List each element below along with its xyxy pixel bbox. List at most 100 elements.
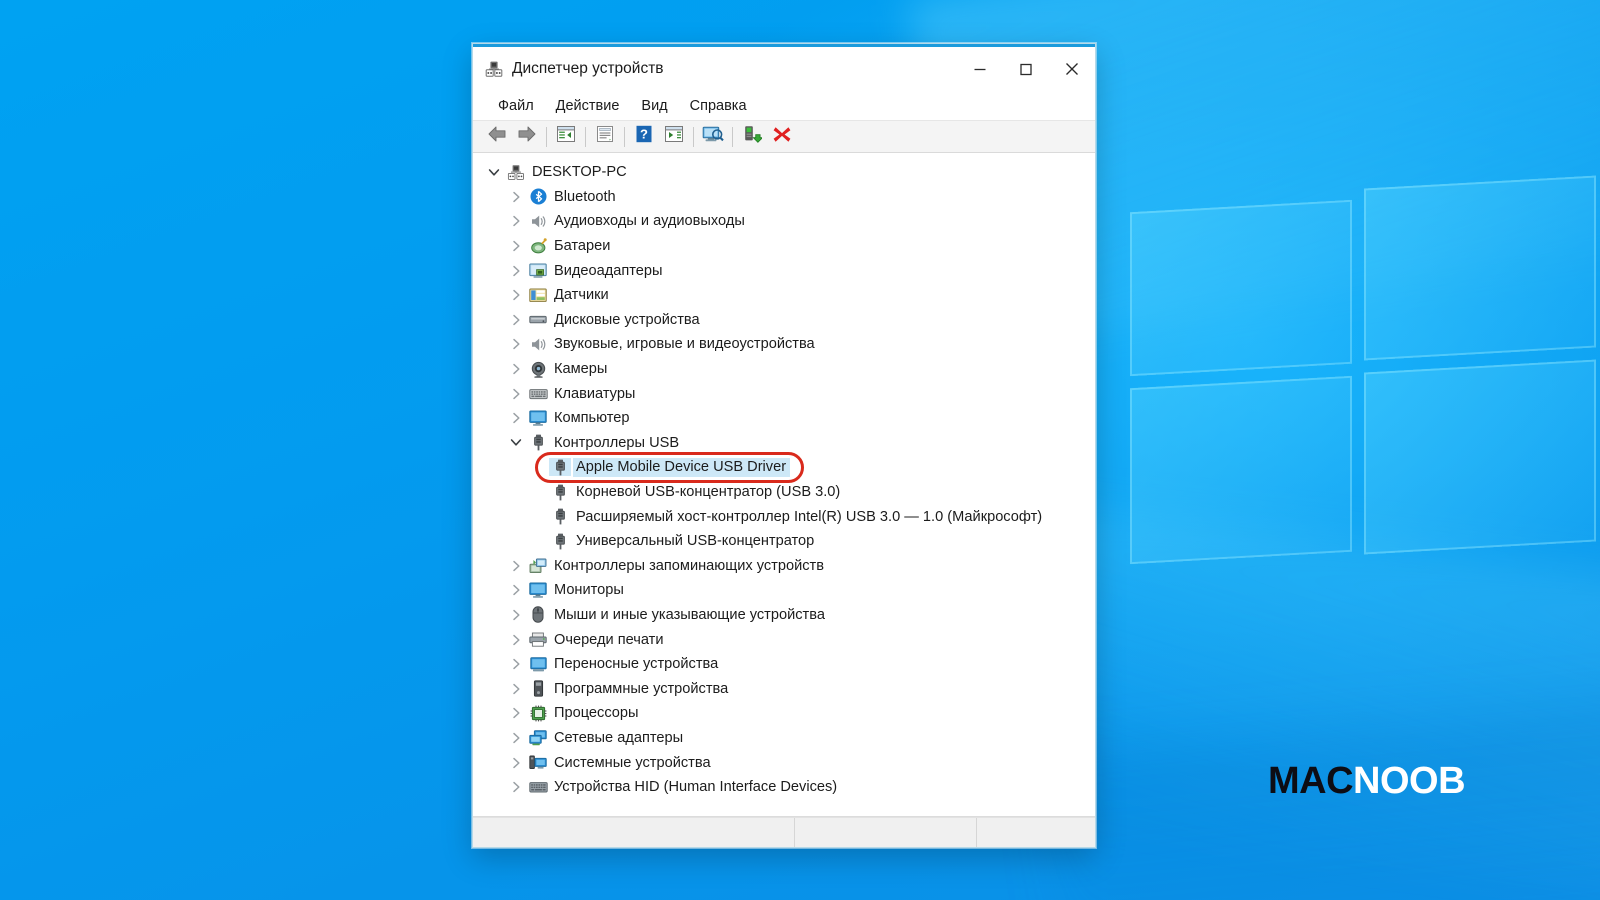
- tree-row-label: Контроллеры запоминающих устройств: [554, 557, 824, 574]
- arrow-left-icon: [487, 125, 507, 148]
- chevron-right-icon[interactable]: [505, 289, 527, 301]
- tree-row[interactable]: Системные устройства: [473, 750, 1095, 775]
- chevron-right-icon[interactable]: [505, 412, 527, 424]
- menu-item-file[interactable]: Файл: [487, 98, 545, 114]
- usb-plug-icon: [549, 508, 571, 526]
- enable-device-button[interactable]: [737, 124, 767, 150]
- chevron-right-icon[interactable]: [505, 609, 527, 621]
- close-button[interactable]: [1049, 47, 1095, 91]
- forward-button[interactable]: [512, 124, 542, 150]
- maximize-button[interactable]: [1003, 47, 1049, 91]
- tree-row-label: Мыши и иные указывающие устройства: [554, 606, 825, 623]
- printer-icon: [527, 631, 549, 649]
- minimize-button[interactable]: [957, 47, 1003, 91]
- tree-row[interactable]: Датчики: [473, 283, 1095, 308]
- chevron-right-icon[interactable]: [505, 757, 527, 769]
- tree-row-label: Расширяемый хост-контроллер Intel(R) USB…: [576, 508, 1043, 525]
- tree-row[interactable]: Дисковые устройства: [473, 308, 1095, 333]
- tree-row[interactable]: Apple Mobile Device USB Driver: [473, 455, 1095, 480]
- show-hide-console-tree-button[interactable]: [551, 124, 581, 150]
- tree-row[interactable]: Звуковые, игровые и видеоустройства: [473, 332, 1095, 357]
- usb-plug-icon: [527, 434, 549, 452]
- chevron-right-icon[interactable]: [505, 658, 527, 670]
- tree-row[interactable]: Расширяемый хост-контроллер Intel(R) USB…: [473, 504, 1095, 529]
- keyboard-icon: [527, 385, 549, 403]
- tree-row-label: Датчики: [554, 287, 609, 304]
- chevron-right-icon[interactable]: [505, 363, 527, 375]
- tree-row[interactable]: Переносные устройства: [473, 652, 1095, 677]
- tree-row[interactable]: Универсальный USB-концентратор: [473, 529, 1095, 554]
- chevron-right-icon[interactable]: [505, 265, 527, 277]
- chevron-right-icon[interactable]: [505, 560, 527, 572]
- tree-row[interactable]: Корневой USB-концентратор (USB 3.0): [473, 480, 1095, 505]
- chevron-right-icon[interactable]: [505, 314, 527, 326]
- help-button[interactable]: ?: [629, 124, 659, 150]
- uninstall-device-button[interactable]: [767, 124, 797, 150]
- update-driver-icon: [664, 125, 684, 148]
- tree-row[interactable]: Устройства HID (Human Interface Devices): [473, 775, 1095, 800]
- software-device-icon: [527, 680, 549, 698]
- tree-row[interactable]: Батареи: [473, 234, 1095, 259]
- chevron-down-icon[interactable]: [483, 167, 505, 178]
- tree-row-label: Дисковые устройства: [554, 311, 700, 328]
- chevron-right-icon[interactable]: [505, 215, 527, 227]
- tree-row-label: Сетевые адаптеры: [554, 729, 684, 746]
- tree-row[interactable]: Процессоры: [473, 701, 1095, 726]
- update-driver-button[interactable]: [659, 124, 689, 150]
- tree-row-label: Переносные устройства: [554, 656, 719, 673]
- back-button[interactable]: [482, 124, 512, 150]
- processor-icon: [527, 704, 549, 722]
- tree-row[interactable]: Аудиовходы и аудиовыходы: [473, 209, 1095, 234]
- toolbar-separator: [732, 126, 733, 147]
- bluetooth-icon: [527, 188, 549, 206]
- display-adapter-icon: [527, 262, 549, 280]
- arrow-right-icon: [517, 125, 537, 148]
- device-manager-icon: [484, 59, 504, 79]
- device-tree[interactable]: DESKTOP-PC Bluetooth Аудиовходы и аудиовых…: [473, 153, 1095, 817]
- tree-row[interactable]: Bluetooth: [473, 185, 1095, 210]
- tree-row[interactable]: DESKTOP-PC: [473, 160, 1095, 185]
- tree-row[interactable]: Сетевые адаптеры: [473, 726, 1095, 751]
- monitor-icon: [527, 409, 549, 427]
- tree-row[interactable]: Очереди печати: [473, 627, 1095, 652]
- chevron-right-icon[interactable]: [505, 338, 527, 350]
- tree-row[interactable]: Мониторы: [473, 578, 1095, 603]
- toolbar-separator: [585, 126, 586, 147]
- chevron-right-icon[interactable]: [505, 191, 527, 203]
- menu-item-view[interactable]: Вид: [630, 98, 678, 114]
- chevron-right-icon[interactable]: [505, 781, 527, 793]
- tree-row[interactable]: Программные устройства: [473, 676, 1095, 701]
- menu-item-help[interactable]: Справка: [679, 98, 758, 114]
- chevron-right-icon[interactable]: [505, 707, 527, 719]
- tree-row[interactable]: Мыши и иные указывающие устройства: [473, 603, 1095, 628]
- chevron-right-icon[interactable]: [505, 388, 527, 400]
- properties-button[interactable]: [590, 124, 620, 150]
- tree-row[interactable]: Клавиатуры: [473, 381, 1095, 406]
- network-adapter-icon: [527, 729, 549, 747]
- scan-hardware-changes-button[interactable]: [698, 124, 728, 150]
- tree-row[interactable]: Камеры: [473, 357, 1095, 382]
- chevron-right-icon[interactable]: [505, 634, 527, 646]
- tree-row-label: Bluetooth: [554, 188, 616, 205]
- tree-row-label: Звуковые, игровые и видеоустройства: [554, 336, 815, 353]
- sensor-icon: [527, 286, 549, 304]
- tree-row[interactable]: Контроллеры USB: [473, 431, 1095, 456]
- chevron-down-icon[interactable]: [505, 437, 527, 448]
- question-mark-icon: ?: [635, 125, 653, 148]
- chevron-right-icon[interactable]: [505, 584, 527, 596]
- chevron-right-icon[interactable]: [505, 732, 527, 744]
- chevron-right-icon[interactable]: [505, 683, 527, 695]
- chevron-right-icon[interactable]: [505, 240, 527, 252]
- menu-item-action[interactable]: Действие: [545, 98, 631, 114]
- status-segment-1: [473, 818, 795, 847]
- tree-row[interactable]: Компьютер: [473, 406, 1095, 431]
- portable-device-icon: [527, 655, 549, 673]
- tree-row[interactable]: Контроллеры запоминающих устройств: [473, 554, 1095, 579]
- speaker-icon: [527, 212, 549, 230]
- storage-controller-icon: [527, 557, 549, 575]
- system-device-icon: [527, 754, 549, 772]
- title-bar[interactable]: Диспетчер устройств: [473, 47, 1095, 91]
- console-tree-icon: [556, 125, 576, 148]
- monitor-icon: [527, 581, 549, 599]
- tree-row[interactable]: Видеоадаптеры: [473, 258, 1095, 283]
